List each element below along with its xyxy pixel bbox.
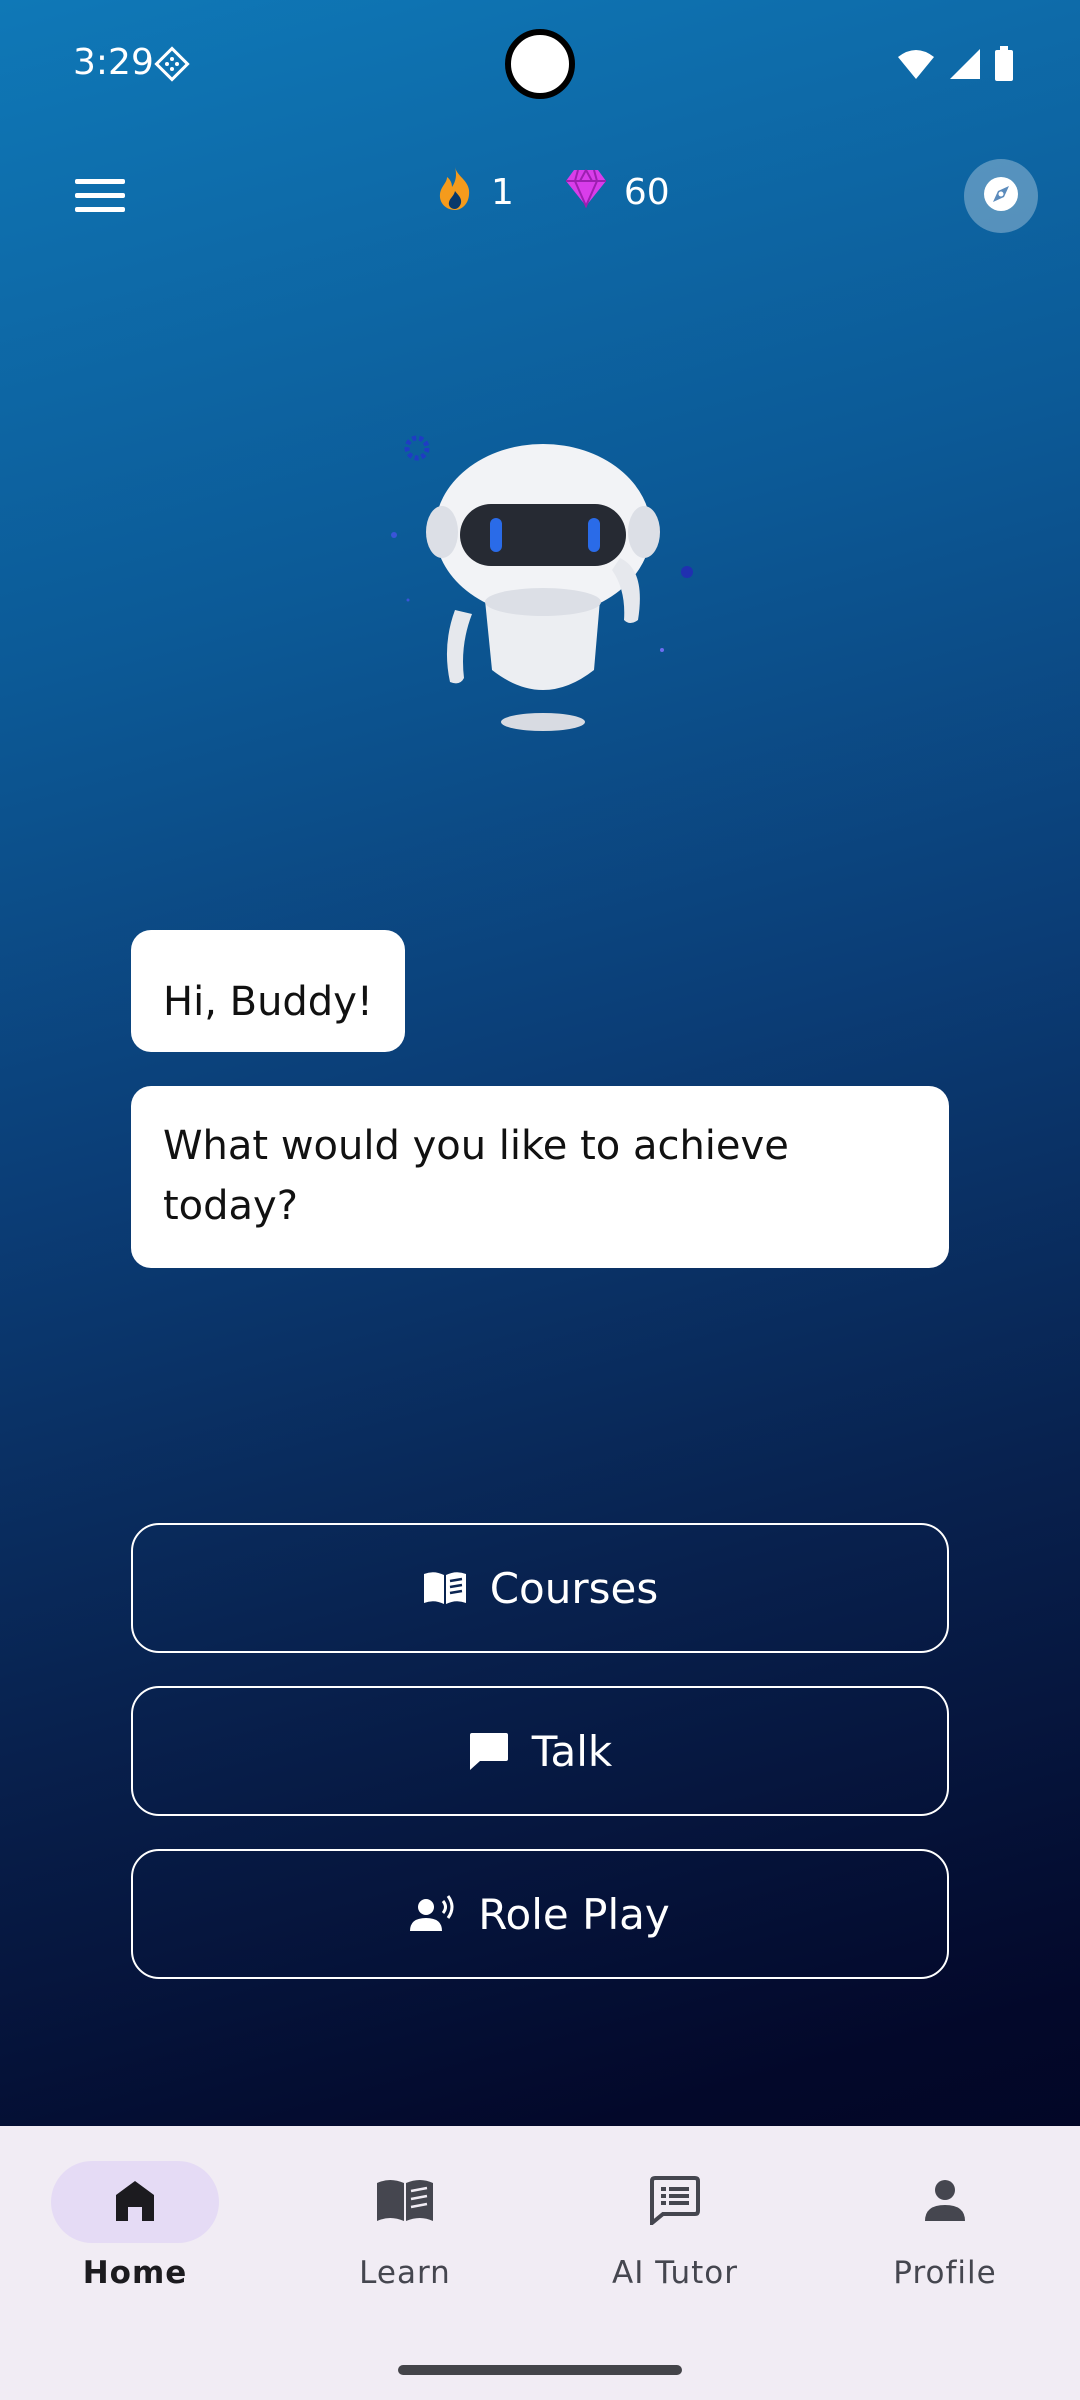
front-camera	[505, 29, 575, 99]
talk-button[interactable]: Talk	[131, 1686, 949, 1816]
gem-icon	[564, 168, 608, 217]
home-screen: 3:29 1 60 Hi, Buddy! What would you like…	[0, 0, 1080, 2400]
nav-label-home: Home	[82, 2255, 188, 2291]
nav-label-ai-tutor: AI Tutor	[612, 2255, 738, 2291]
signal-icon	[948, 47, 982, 85]
status-icons	[896, 46, 1014, 86]
role-play-label: Role Play	[478, 1889, 670, 1939]
explore-button[interactable]	[964, 159, 1038, 233]
menu-button[interactable]	[70, 168, 130, 228]
gems-counter[interactable]: 60	[564, 168, 670, 217]
stats-bar: 1 60	[435, 165, 670, 220]
nav-label-learn: Learn	[359, 2255, 451, 2291]
question-bubble: What would you like to achieve today?	[131, 1086, 949, 1268]
message-list-icon	[649, 2175, 701, 2229]
robot-mascot	[380, 420, 700, 750]
wifi-icon	[896, 47, 936, 85]
speaking-person-icon	[410, 1895, 456, 1933]
compass-icon	[981, 174, 1021, 218]
courses-button[interactable]: Courses	[131, 1523, 949, 1653]
active-indicator	[51, 2161, 219, 2243]
notification-diamond-icon	[154, 46, 190, 86]
nav-icon-wrap	[321, 2161, 489, 2243]
home-icon	[112, 2177, 158, 2227]
nav-item-profile[interactable]: Profile	[845, 2161, 1045, 2291]
nav-label-profile: Profile	[893, 2255, 997, 2291]
book-icon	[375, 2177, 435, 2227]
greeting-bubble: Hi, Buddy!	[131, 930, 405, 1052]
role-play-button[interactable]: Role Play	[131, 1849, 949, 1979]
courses-label: Courses	[489, 1563, 659, 1613]
gems-value: 60	[623, 172, 670, 213]
nav-icon-wrap	[861, 2161, 1029, 2243]
nav-item-learn[interactable]: Learn	[305, 2161, 505, 2291]
streak-value: 1	[491, 172, 514, 213]
chat-bubble-icon	[468, 1731, 510, 1771]
person-icon	[922, 2177, 968, 2227]
streak-counter[interactable]: 1	[435, 165, 514, 220]
gesture-home-indicator[interactable]	[398, 2365, 682, 2375]
nav-icon-wrap	[591, 2161, 759, 2243]
status-time: 3:29	[73, 42, 154, 83]
hamburger-menu-icon	[75, 177, 125, 219]
bottom-navigation: Home Learn AI Tutor Profile	[0, 2126, 1080, 2400]
talk-label: Talk	[531, 1726, 613, 1776]
status-bar: 3:29	[0, 0, 1080, 130]
nav-item-ai-tutor[interactable]: AI Tutor	[575, 2161, 775, 2291]
flame-icon	[435, 165, 475, 220]
open-book-icon	[422, 1570, 468, 1606]
nav-item-home[interactable]: Home	[35, 2161, 235, 2291]
battery-icon	[994, 46, 1014, 86]
